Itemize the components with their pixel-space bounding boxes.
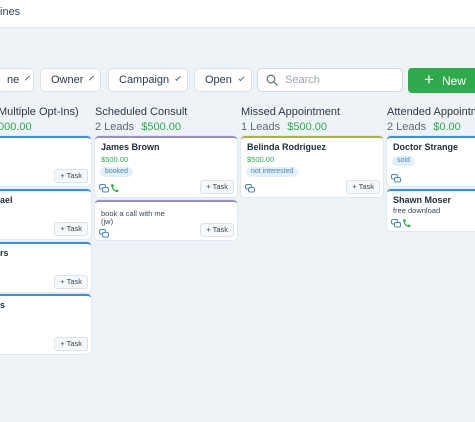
owner-filter[interactable]: Owner bbox=[40, 68, 101, 92]
column-meta: 1 Leads $500.00 bbox=[241, 121, 340, 133]
chevron-down-icon bbox=[25, 75, 31, 81]
status-filter[interactable]: Open bbox=[194, 68, 252, 92]
owner-filter-label: Owner bbox=[51, 74, 84, 86]
plus-icon: + bbox=[424, 70, 434, 89]
lead-note: free download bbox=[393, 206, 441, 215]
column-amount: $500.00 bbox=[287, 121, 327, 133]
add-task-button[interactable]: + Task bbox=[200, 223, 234, 237]
top-bar: ines bbox=[0, 0, 475, 28]
chat-icon[interactable] bbox=[391, 174, 401, 183]
chat-icon[interactable] bbox=[99, 229, 109, 238]
new-button-label: New bbox=[441, 73, 466, 88]
add-task-button[interactable]: + Task bbox=[346, 180, 380, 194]
column-meta: 2 Leads $0.00 bbox=[387, 121, 475, 133]
column-header: Multiple Opt-Ins) 000.00 bbox=[0, 106, 79, 133]
column-header: Missed Appointment 1 Leads $500.00 bbox=[241, 106, 340, 133]
column-name: Multiple Opt-Ins) bbox=[0, 106, 79, 118]
campaign-filter-label: Campaign bbox=[119, 74, 170, 86]
lead-name: Doctor Strange bbox=[393, 142, 459, 152]
filter-chip-label: ne bbox=[7, 74, 20, 86]
lead-card[interactable]: s + Task bbox=[0, 294, 91, 354]
column-amount: $500.00 bbox=[141, 121, 181, 133]
lead-note: book a call with me (jw) bbox=[101, 209, 165, 226]
column-lead-count: 2 Leads bbox=[95, 121, 135, 133]
lead-tag: not interested bbox=[246, 167, 299, 177]
search-box[interactable] bbox=[257, 68, 403, 92]
add-task-button[interactable]: + Task bbox=[54, 169, 88, 183]
column-lead-count: 1 Leads bbox=[241, 121, 281, 133]
filter-bar: ne Owner Campaign Open + New bbox=[0, 68, 475, 93]
phone-icon[interactable] bbox=[110, 183, 119, 193]
chat-icon[interactable] bbox=[391, 219, 401, 228]
column-meta: 000.00 bbox=[0, 121, 79, 133]
lead-value: $500.00 bbox=[101, 155, 129, 164]
campaign-filter[interactable]: Campaign bbox=[108, 68, 188, 92]
lead-card[interactable]: book a call with me (jw) + Task bbox=[95, 200, 237, 240]
lead-card[interactable]: James Brown $500.00 booked + Task bbox=[95, 136, 237, 197]
chevron-down-icon bbox=[89, 75, 95, 81]
lead-card[interactable]: Shawn Moser free download bbox=[387, 189, 475, 231]
column-lead-count: 2 Leads bbox=[387, 121, 427, 133]
lead-card[interactable]: rs + Task bbox=[0, 242, 91, 292]
lead-tag: sold bbox=[392, 156, 415, 166]
column-name: Missed Appointment bbox=[241, 106, 341, 118]
chat-icon[interactable] bbox=[245, 184, 255, 193]
add-task-button[interactable]: + Task bbox=[54, 337, 88, 351]
phone-icon[interactable] bbox=[402, 218, 411, 228]
column-name: Scheduled Consult bbox=[95, 106, 188, 118]
column-amount: $0.00 bbox=[433, 121, 461, 133]
lead-card[interactable]: Belinda Rodriguez $500.00 not interested… bbox=[241, 136, 383, 197]
lead-name: Belinda Rodriguez bbox=[247, 142, 327, 152]
filter-chip[interactable]: ne bbox=[0, 68, 34, 92]
chevron-down-icon bbox=[238, 74, 245, 82]
add-task-button[interactable]: + Task bbox=[200, 180, 234, 194]
chat-icon[interactable] bbox=[99, 184, 109, 193]
lead-tag: booked bbox=[100, 167, 133, 177]
column-header: Attended Appointm 2 Leads $0.00 bbox=[387, 106, 475, 133]
column-amount: 000.00 bbox=[0, 121, 32, 133]
lead-name: Shawn Moser bbox=[393, 195, 452, 205]
lead-value: $500.00 bbox=[247, 155, 275, 164]
status-filter-label: Open bbox=[205, 74, 232, 86]
lead-name: James Brown bbox=[101, 142, 160, 152]
lead-name: ael bbox=[0, 195, 13, 205]
page-title: ines bbox=[0, 6, 21, 18]
lead-card[interactable]: Doctor Strange sold bbox=[387, 136, 475, 186]
lead-card[interactable]: + Task bbox=[0, 136, 91, 186]
chevron-down-icon bbox=[175, 75, 181, 81]
new-button[interactable]: + New bbox=[408, 68, 475, 93]
search-input[interactable] bbox=[285, 74, 385, 86]
column-meta: 2 Leads $500.00 bbox=[95, 121, 187, 133]
lead-name: s bbox=[0, 300, 6, 310]
lead-name: rs bbox=[0, 248, 9, 258]
add-task-button[interactable]: + Task bbox=[54, 222, 88, 236]
column-header: Scheduled Consult 2 Leads $500.00 bbox=[95, 106, 187, 133]
add-task-button[interactable]: + Task bbox=[54, 275, 88, 289]
lead-card[interactable]: ael + Task bbox=[0, 189, 91, 239]
search-icon bbox=[266, 74, 278, 86]
column-name: Attended Appointm bbox=[387, 106, 475, 118]
